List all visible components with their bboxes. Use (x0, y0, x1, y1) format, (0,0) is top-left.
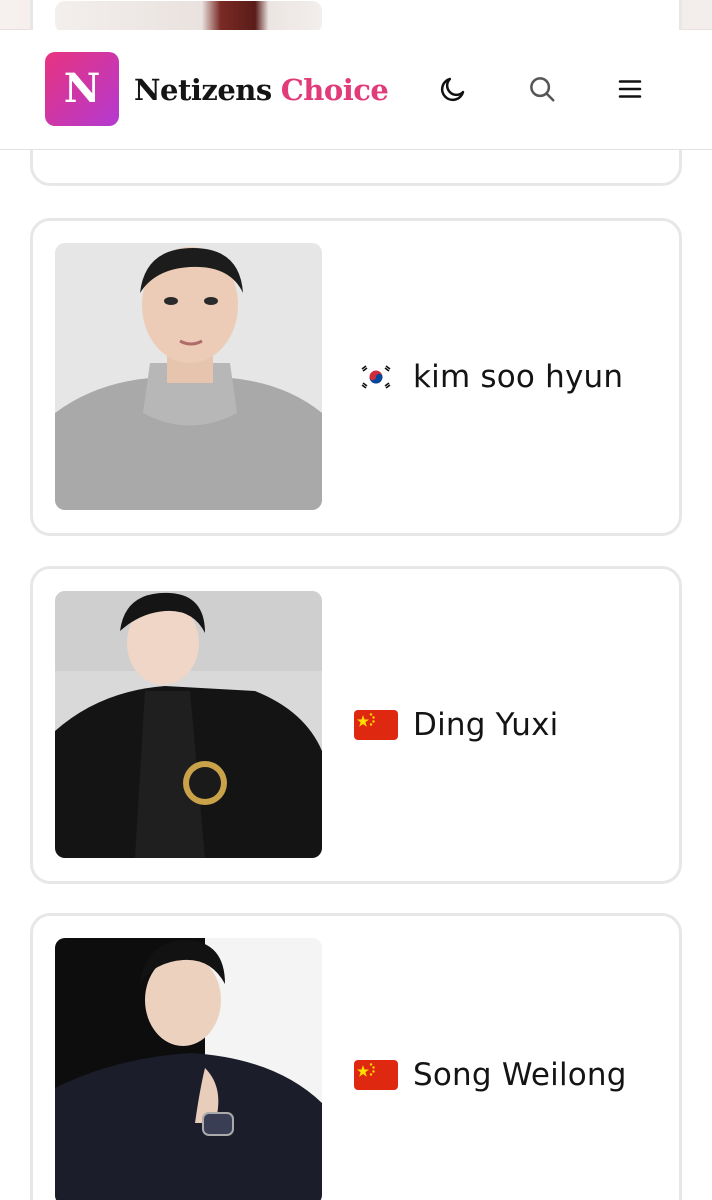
south-korea-flag-icon (353, 362, 399, 392)
china-flag-icon (353, 1060, 399, 1090)
artist-name[interactable]: kim soo hyun (413, 359, 623, 395)
artist-card[interactable]: Song Weilong (30, 913, 682, 1200)
site-brand[interactable]: Netizens Choice (134, 70, 389, 110)
moon-icon[interactable] (436, 72, 470, 106)
artist-card[interactable]: kim soo hyun (30, 218, 682, 536)
site-header: N Netizens Choice (0, 30, 712, 150)
artist-photo (55, 591, 322, 858)
artist-name-row[interactable]: Song Weilong (353, 916, 627, 1200)
site-logo[interactable]: N (45, 52, 119, 126)
artist-name[interactable]: Ding Yuxi (413, 707, 558, 743)
brand-second-word: Choice (280, 73, 389, 107)
brand-first-word: Netizens (134, 73, 272, 107)
artist-name-row[interactable]: kim soo hyun (353, 221, 623, 533)
artist-name[interactable]: Song Weilong (413, 1057, 627, 1093)
artist-photo (55, 938, 322, 1200)
artist-card[interactable]: Ding Yuxi (30, 566, 682, 884)
menu-icon[interactable] (613, 72, 647, 106)
search-icon[interactable] (525, 72, 559, 106)
artist-photo (55, 243, 322, 510)
artist-photo (55, 1, 322, 33)
logo-letter: N (63, 65, 101, 112)
china-flag-icon (353, 710, 399, 740)
artist-name-row[interactable]: Ding Yuxi (353, 569, 558, 881)
